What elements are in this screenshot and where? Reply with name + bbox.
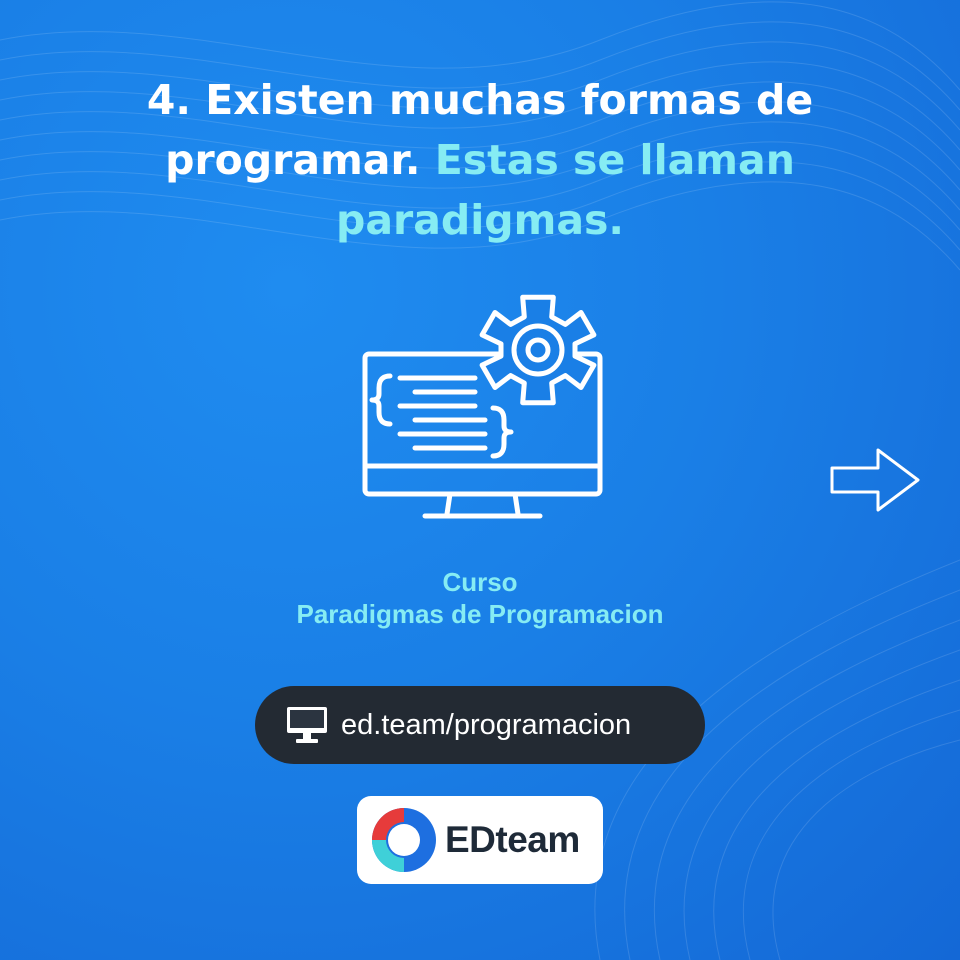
edteam-logo-mark <box>372 808 436 872</box>
course-info: Curso Paradigmas de Programacion <box>180 566 780 630</box>
edteam-logo: EDteam <box>357 796 603 884</box>
slide: 4. Existen muchas formas de programar. E… <box>0 0 960 960</box>
brand-name: EDteam <box>445 819 580 860</box>
course-title: Paradigmas de Programacion <box>296 599 664 629</box>
monitor-icon <box>287 707 327 743</box>
course-link[interactable]: ed.team/programacion <box>255 686 705 764</box>
course-url: ed.team/programacion <box>341 708 632 741</box>
course-label: Curso <box>442 567 518 597</box>
monitor-code-gear-icon <box>362 294 603 519</box>
headline: 4. Existen muchas formas de programar. E… <box>60 70 900 250</box>
arrow-right-icon[interactable] <box>828 446 924 514</box>
